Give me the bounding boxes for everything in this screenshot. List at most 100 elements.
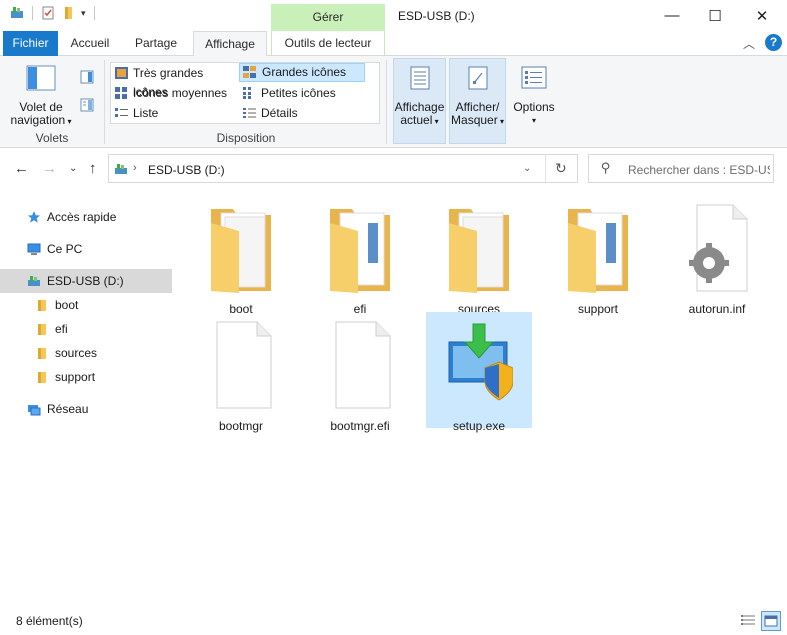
nav-item-efi[interactable]: efi [0,317,172,341]
navigation-pane-button[interactable]: Volet de navigation ▾ [8,64,74,128]
group-separator [104,60,105,144]
large-icons-view-button[interactable] [761,611,781,631]
recent-locations-icon[interactable]: ⌄ [69,163,77,174]
folder-icon [38,372,46,383]
file-item-support[interactable]: support [545,195,651,316]
nav-item-label: sources [55,346,98,360]
drive-icon[interactable] [10,6,24,20]
close-button[interactable]: ✕ [739,0,785,31]
large-icons-icon [243,66,256,78]
tab-file[interactable]: Fichier [3,31,58,56]
file-icon [335,321,391,409]
minimize-button[interactable]: — [649,0,695,31]
options-label: Options [513,100,555,114]
usb-drive-icon [115,164,127,174]
tab-home[interactable]: Accueil [62,31,118,56]
nav-item-boot[interactable]: boot [0,293,172,317]
window-title: ESD-USB (D:) [398,9,475,23]
refresh-icon[interactable]: ↻ [555,160,567,177]
layout-large-label: Grandes icônes [262,65,347,79]
layout-medium-label: Icônes moyennes [133,86,228,100]
tab-drive-tools[interactable]: Outils de lecteur [271,31,385,56]
ribbon-view: Volet de navigation ▾ Volets Très grande… [0,56,787,148]
tab-view[interactable]: Affichage [193,31,267,57]
properties-icon[interactable] [41,6,55,20]
layout-small-icons[interactable]: Petites icônes [239,84,365,103]
new-folder-icon[interactable] [61,6,75,20]
navigation-pane: Accès rapide Ce PC ESD-USB (D:) boot efi… [0,187,175,607]
layout-list[interactable]: Liste [111,104,237,123]
group-label-panes: Volets [35,131,69,145]
customize-qat-icon[interactable]: ▾ [81,8,86,19]
title-bar: ▾ Gérer ESD-USB (D:) — ☐ ✕ [0,0,787,31]
maximize-button[interactable]: ☐ [692,0,738,31]
forward-arrow-icon[interactable]: → [42,160,57,177]
item-count: 8 élément(s) [16,614,83,628]
nav-item-this-pc[interactable]: Ce PC [0,237,172,261]
tab-share[interactable]: Partage [127,31,185,56]
file-name: bootmgr.efi [330,419,390,433]
options-button[interactable]: Options ▾ [510,64,558,127]
folder-icon [211,209,271,293]
search-box[interactable]: ⚲ Rechercher dans : ESD-US... [588,154,774,183]
star-icon [28,211,40,223]
layout-extra-large-icons[interactable]: Très grandes icônes [111,64,237,99]
breadcrumb-path[interactable]: ESD-USB (D:) [148,163,225,177]
file-name: autorun.inf [688,302,746,316]
file-item-sources[interactable]: sources [426,195,532,316]
navigation-pane-icon [26,65,56,91]
small-icons-icon [243,87,251,99]
help-icon[interactable]: ? [765,34,782,51]
collapse-ribbon-icon[interactable]: ︿ [743,35,755,52]
nav-item-quick-access[interactable]: Accès rapide [0,205,172,229]
ribbon-tabs: Fichier Accueil Partage Affichage Outils… [0,31,787,57]
details-view-button[interactable] [738,611,758,631]
up-arrow-icon[interactable]: ↑ [89,160,97,177]
nav-item-label: boot [55,298,79,312]
search-placeholder: Rechercher dans : ESD-US... [628,163,770,177]
nav-item-sources[interactable]: sources [0,341,172,365]
file-name: support [577,302,619,316]
folder-icon [38,348,46,359]
dropdown-arrow-icon: ▾ [65,117,72,126]
qat-separator [93,6,95,20]
details-pane-icon[interactable] [80,98,94,112]
nav-item-support[interactable]: support [0,365,172,389]
current-view-icon [410,66,430,90]
layout-details[interactable]: Détails [239,104,365,123]
layout-medium-icons[interactable]: Icônes moyennes [111,84,237,103]
layout-list-label: Liste [133,106,159,120]
preview-pane-icon[interactable] [80,70,94,84]
folder-icon [38,300,46,311]
address-divider [545,155,546,182]
status-bar: 8 élément(s) [0,607,787,635]
file-item-autorun-inf[interactable]: autorun.inf [664,195,770,316]
show-hide-icon [468,66,488,90]
address-dropdown-icon[interactable]: ⌄ [523,163,531,174]
address-bar[interactable]: › ESD-USB (D:) ⌄ ↻ [108,154,578,183]
file-item-efi[interactable]: efi [307,195,413,316]
file-item-bootmgr-efi[interactable]: bootmgr.efi [307,312,413,433]
file-item-bootmgr[interactable]: bootmgr [188,312,294,433]
nav-item-label: efi [55,322,68,336]
file-item-boot[interactable]: boot [188,195,294,316]
file-icon [216,321,272,409]
layout-large-icons[interactable]: Grandes icônes [239,63,365,82]
breadcrumb-chevron-icon[interactable]: › [133,162,137,174]
back-arrow-icon[interactable]: ← [14,160,29,177]
qat-separator [32,6,33,20]
options-icon [521,66,547,89]
show-hide-label-2: Masquer [451,113,498,127]
dropdown-arrow-icon: ▾ [432,117,439,126]
list-icon [115,108,128,117]
contextual-group-manage: Gérer [271,4,385,31]
show-hide-button[interactable]: Afficher/ Masquer ▾ [449,58,506,144]
file-item-setup-exe[interactable]: setup.exe [426,312,532,433]
nav-item-label: support [55,370,96,384]
nav-item-network[interactable]: Réseau [0,397,172,421]
current-view-button[interactable]: Affichage actuel ▾ [393,58,446,144]
folder-icon [568,209,628,293]
folder-icon [38,324,46,335]
nav-item-esd-usb[interactable]: ESD-USB (D:) [0,269,172,293]
navigation-pane-label-2: navigation [10,113,66,127]
